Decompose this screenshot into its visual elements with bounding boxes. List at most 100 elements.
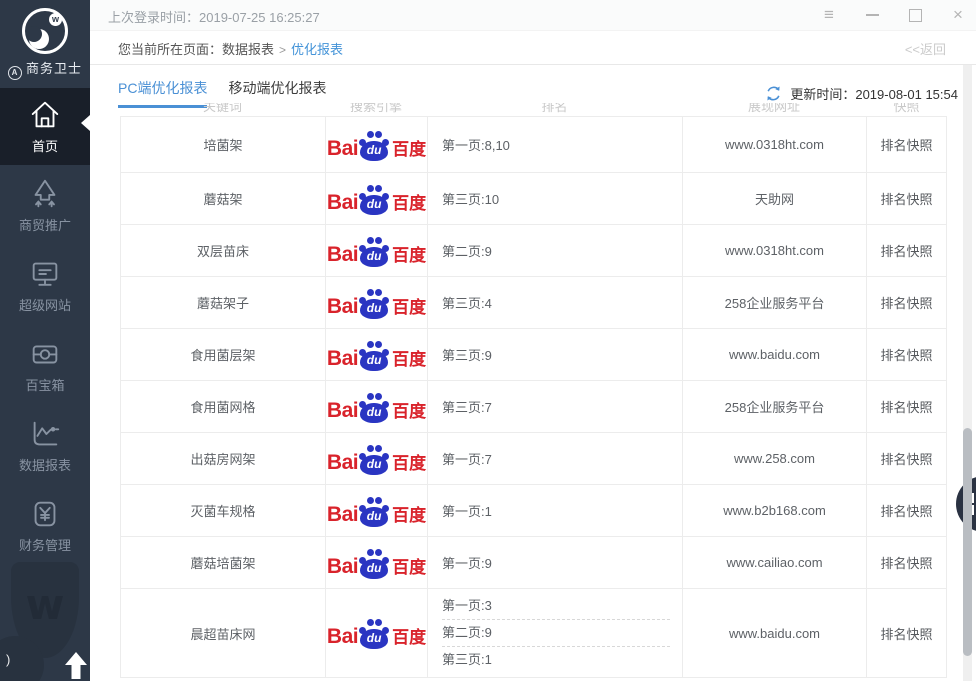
refresh-icon[interactable] <box>765 85 782 102</box>
close-icon[interactable]: × <box>950 7 966 23</box>
finance-icon <box>28 497 62 531</box>
corner-glyph: ) <box>6 652 10 667</box>
search-engine-cell: Baidu百度 <box>326 173 428 224</box>
search-engine-cell: Baidu百度 <box>326 225 428 276</box>
column-header: 搜索引擎 <box>325 103 427 115</box>
sidebar-item-promotion[interactable]: 商贸推广 <box>0 165 90 245</box>
update-info: 更新时间：2019-08-01 15:54 <box>765 84 958 103</box>
baidu-logo: Baidu百度 <box>327 547 426 579</box>
site-cell: www.baidu.com <box>683 589 867 677</box>
rank-snapshot-link[interactable]: 排名快照 <box>880 293 932 312</box>
rank-cell: 第二页:9 <box>428 225 683 276</box>
rank-snapshot-link[interactable]: 排名快照 <box>880 397 932 416</box>
snapshot-cell: 排名快照 <box>867 537 946 588</box>
search-engine-cell: Baidu百度 <box>326 381 428 432</box>
baidu-logo: Baidu百度 <box>327 443 426 475</box>
baidu-paw-icon: du <box>359 392 389 423</box>
snapshot-cell: 排名快照 <box>867 117 946 172</box>
site-cell: www.b2b168.com <box>683 485 867 536</box>
minimize-icon[interactable] <box>864 7 880 23</box>
sidebar-item-label: 百宝箱 <box>25 375 64 394</box>
site-cell: 258企业服务平台 <box>683 277 867 328</box>
rank-cell: 第三页:4 <box>428 277 683 328</box>
menu-icon[interactable]: ≡ <box>821 7 837 23</box>
rank-snapshot-link[interactable]: 排名快照 <box>880 501 932 520</box>
baidu-logo: Baidu百度 <box>327 495 426 527</box>
breadcrumb-current-link[interactable]: 优化报表 <box>291 42 343 57</box>
rank-snapshot-link[interactable]: 排名快照 <box>880 135 932 154</box>
baidu-paw-icon: du <box>359 130 389 161</box>
keyword-cell: 灭菌车规格 <box>121 485 326 536</box>
titlebar: 上次登录时间：2019-07-25 16:25:27 ≡ × <box>90 0 976 31</box>
app-title: A商务卫士 <box>0 58 90 80</box>
window-controls: ≡ × <box>821 0 966 30</box>
snapshot-cell: 排名快照 <box>867 433 946 484</box>
sidebar-item-website[interactable]: 超级网站 <box>0 245 90 325</box>
home-icon <box>28 98 62 132</box>
rank-snapshot-link[interactable]: 排名快照 <box>880 189 932 208</box>
baidu-paw-icon: du <box>359 444 389 475</box>
sidebar-item-label: 超级网站 <box>19 295 71 314</box>
sidebar-item-report[interactable]: 数据报表 <box>0 405 90 485</box>
search-engine-cell: Baidu百度 <box>326 537 428 588</box>
table-header-clipped: 关键词搜索引擎排名展现网址快照 <box>120 103 947 117</box>
badge-icon: A <box>8 66 22 80</box>
breadcrumb-bar: 您当前所在页面：数据报表>优化报表 <<返回 <box>90 31 976 65</box>
sidebar-menu: 首页商贸推广超级网站百宝箱数据报表财务管理 <box>0 88 90 565</box>
search-engine-cell: Baidu百度 <box>326 485 428 536</box>
scroll-top-arrow-icon[interactable] <box>64 652 88 679</box>
rank-snapshot-link[interactable]: 排名快照 <box>880 449 932 468</box>
rank-snapshot-link[interactable]: 排名快照 <box>880 345 932 364</box>
active-notch <box>81 115 90 131</box>
column-header: 快照 <box>866 103 947 115</box>
search-engine-cell: Baidu百度 <box>326 433 428 484</box>
snapshot-cell: 排名快照 <box>867 381 946 432</box>
back-link[interactable]: <<返回 <box>905 39 946 58</box>
keyword-cell: 双层苗床 <box>121 225 326 276</box>
baidu-paw-icon: du <box>359 288 389 319</box>
rank-cell: 第一页:7 <box>428 433 683 484</box>
rank-snapshot-link[interactable]: 排名快照 <box>880 241 932 260</box>
site-cell: www.258.com <box>683 433 867 484</box>
scrollbar-thumb[interactable] <box>963 428 972 656</box>
snapshot-cell: 排名快照 <box>867 173 946 224</box>
table-row: 培菌架Baidu百度第一页:8,10www.0318ht.com排名快照 <box>121 117 946 173</box>
keyword-cell: 食用菌层架 <box>121 329 326 380</box>
last-login-text: 上次登录时间：2019-07-25 16:25:27 <box>108 7 320 26</box>
maximize-icon[interactable] <box>907 7 923 23</box>
baidu-logo: Baidu百度 <box>327 235 426 267</box>
baidu-logo: Baidu百度 <box>327 287 426 319</box>
keyword-cell: 蘑菇架 <box>121 173 326 224</box>
sidebar-item-toolbox[interactable]: 百宝箱 <box>0 325 90 405</box>
table-row: 食用菌网格Baidu百度第三页:7258企业服务平台排名快照 <box>121 381 946 433</box>
sidebar-item-label: 财务管理 <box>19 535 71 554</box>
breadcrumb: 您当前所在页面：数据报表>优化报表 <box>118 39 343 58</box>
baidu-logo: Baidu百度 <box>327 391 426 423</box>
table-row: 蘑菇架Baidu百度第三页:10天助网排名快照 <box>121 173 946 225</box>
sidebar-item-finance[interactable]: 财务管理 <box>0 485 90 565</box>
ranking-table: 培菌架Baidu百度第一页:8,10www.0318ht.com排名快照蘑菇架B… <box>120 117 947 678</box>
baidu-logo: Baidu百度 <box>327 183 426 215</box>
app-logo-icon: w <box>22 8 68 54</box>
rank-line: 第一页:3 <box>442 593 670 620</box>
site-cell: www.0318ht.com <box>683 225 867 276</box>
table-row: 出菇房网架Baidu百度第一页:7www.258.com排名快照 <box>121 433 946 485</box>
rank-snapshot-link[interactable]: 排名快照 <box>880 624 932 643</box>
snapshot-cell: 排名快照 <box>867 485 946 536</box>
rank-snapshot-link[interactable]: 排名快照 <box>880 553 932 572</box>
baidu-paw-icon: du <box>359 496 389 527</box>
sidebar-item-label: 首页 <box>32 136 58 155</box>
table-row: 晨超苗床网Baidu百度第一页:3第二页:9第三页:1www.baidu.com… <box>121 589 946 678</box>
baidu-paw-icon: du <box>359 548 389 579</box>
update-time-text: 更新时间：2019-08-01 15:54 <box>790 84 958 103</box>
sidebar-item-home[interactable]: 首页 <box>0 88 90 165</box>
sidebar-item-label: 商贸推广 <box>19 215 71 234</box>
snapshot-cell: 排名快照 <box>867 329 946 380</box>
site-cell: 天助网 <box>683 173 867 224</box>
app-window: w A商务卫士 首页商贸推广超级网站百宝箱数据报表财务管理 w ) 上次登录时间… <box>0 0 976 681</box>
table-row: 灭菌车规格Baidu百度第一页:1www.b2b168.com排名快照 <box>121 485 946 537</box>
snapshot-cell: 排名快照 <box>867 277 946 328</box>
sidebar-item-label: 数据报表 <box>19 455 71 474</box>
search-engine-cell: Baidu百度 <box>326 117 428 172</box>
table-row: 蘑菇培菌架Baidu百度第一页:9www.cailiao.com排名快照 <box>121 537 946 589</box>
